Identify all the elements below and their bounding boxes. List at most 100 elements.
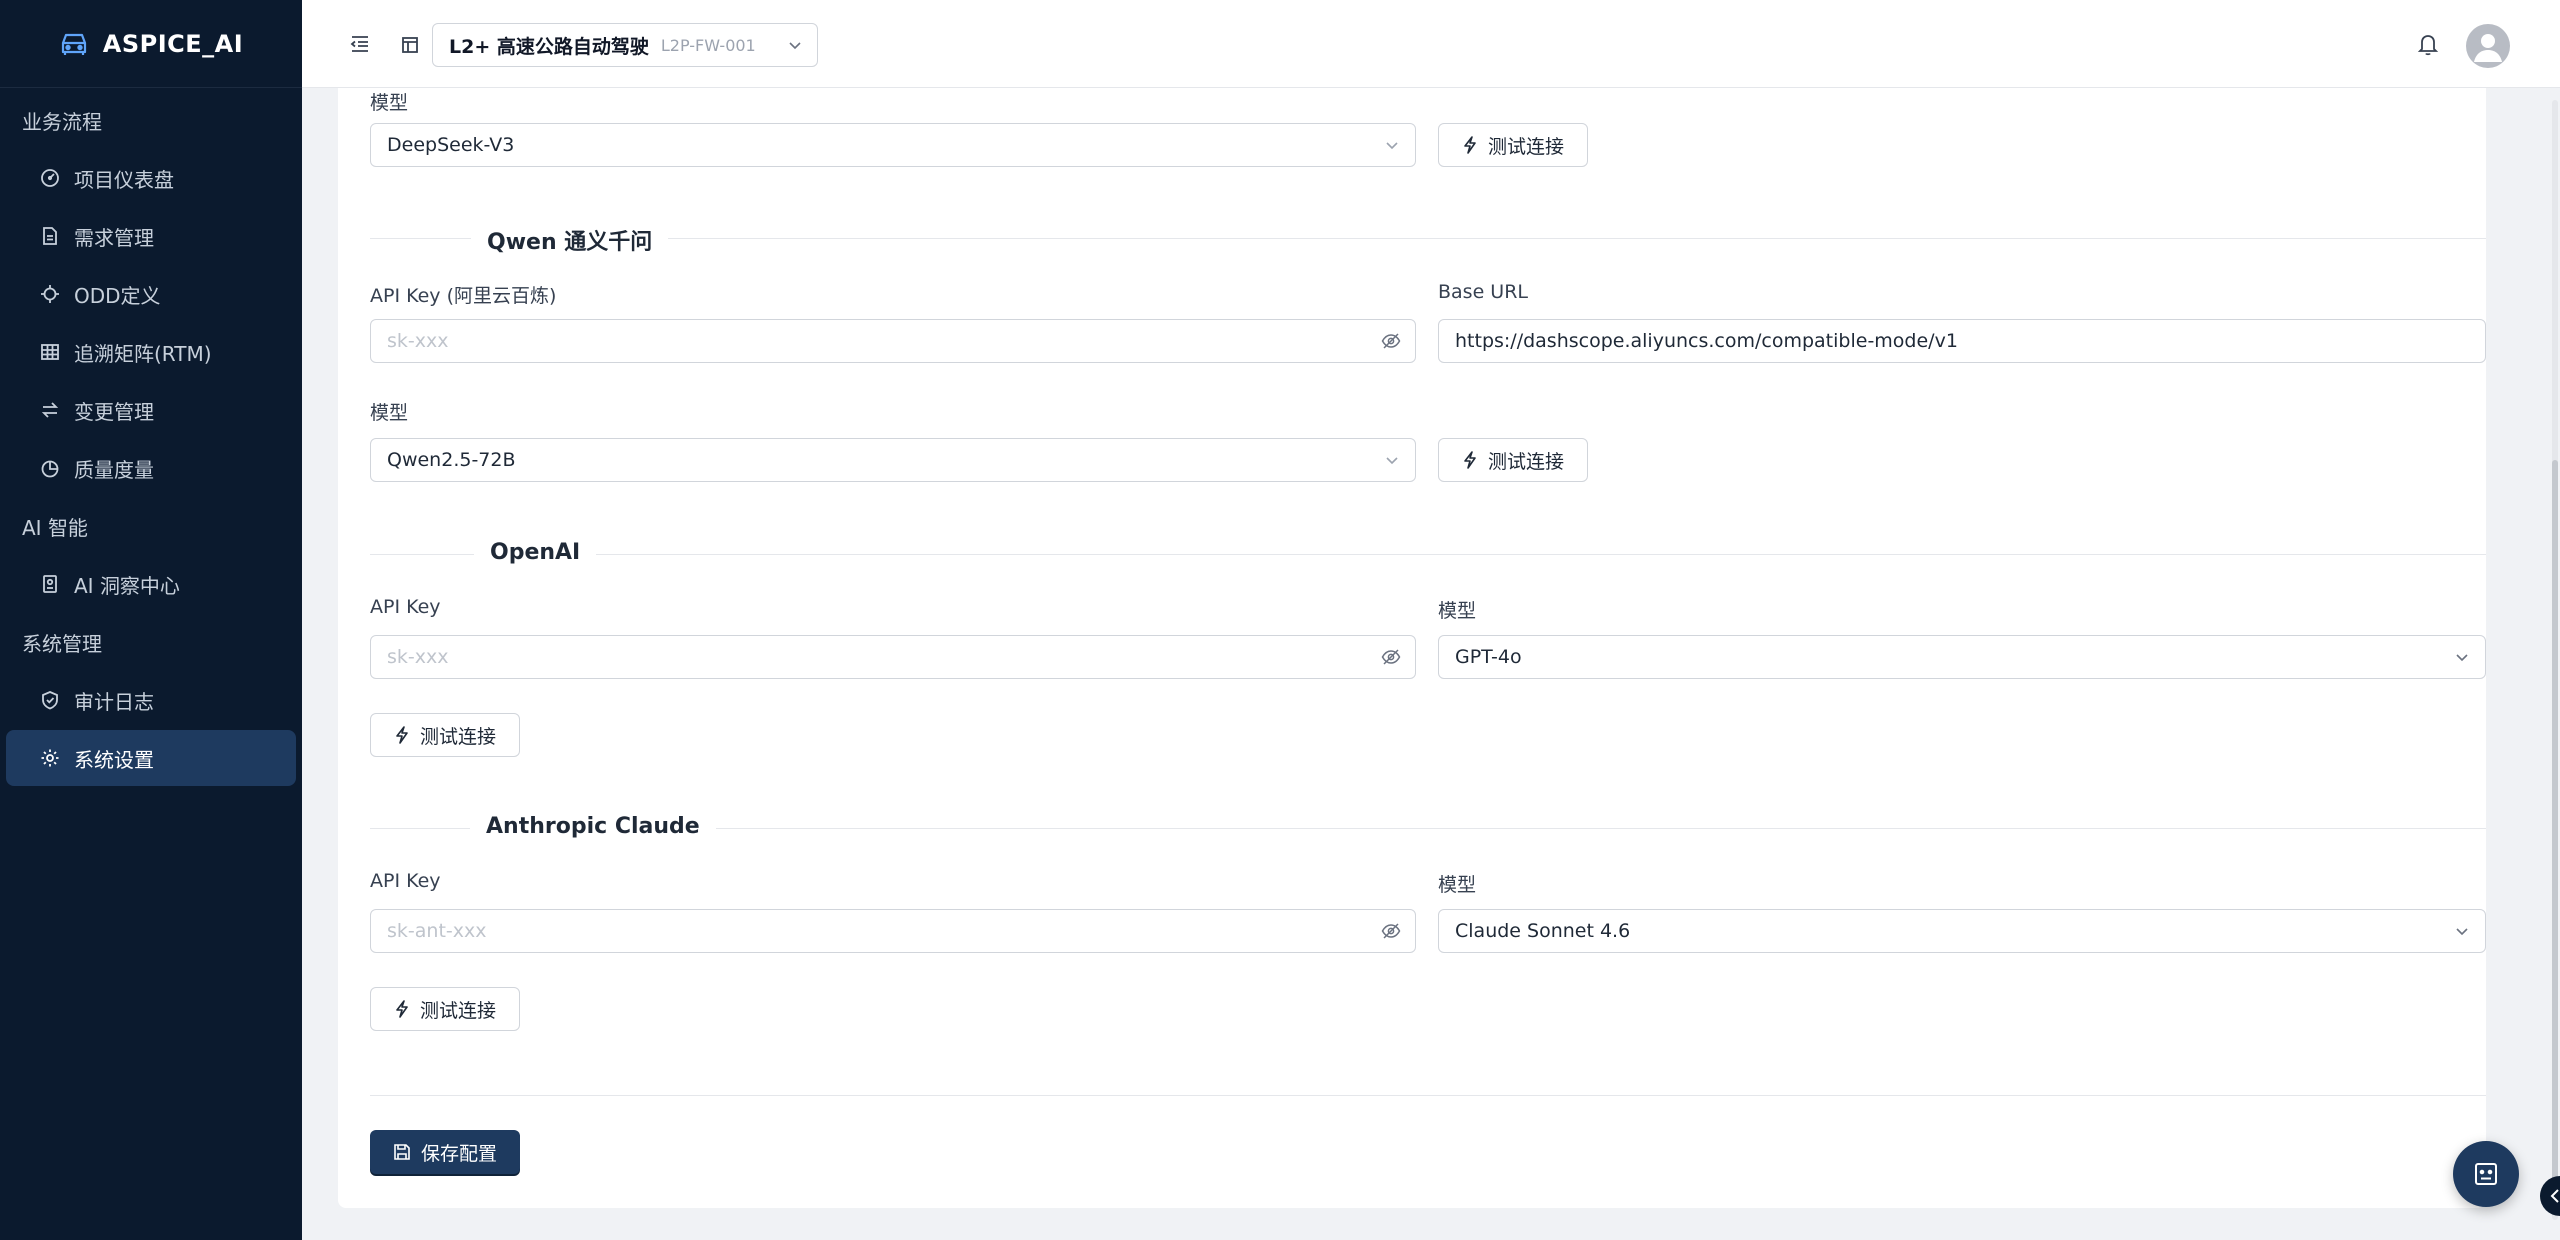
section-divider: [370, 238, 2486, 239]
nav-group-ai: AI 智能: [22, 515, 88, 540]
page-scrollbar[interactable]: [2552, 100, 2558, 1220]
section-divider: [370, 554, 2486, 555]
sidebar-item-rtm[interactable]: 追溯矩阵(RTM): [6, 324, 296, 380]
openai-api-key-label: API Key: [370, 596, 441, 618]
button-label: 测试连接: [1487, 135, 1564, 158]
sidebar-item-label: ODD定义: [74, 283, 161, 308]
sidebar-item-label: 变更管理: [74, 399, 154, 424]
qwen-base-url-input[interactable]: https://dashscope.aliyuncs.com/compatibl…: [1438, 319, 2486, 363]
target-icon: [40, 284, 60, 304]
button-label: 测试连接: [419, 999, 496, 1022]
eye-off-icon[interactable]: [1381, 648, 1401, 666]
gear-icon: [40, 748, 60, 768]
openai-model-value: GPT-4o: [1455, 646, 1522, 668]
qwen-section-title: Qwen 通义千问: [471, 224, 669, 256]
openai-section-title: OpenAI: [474, 540, 597, 565]
deepseek-model-label: 模型: [370, 92, 409, 114]
sidebar-item-quality[interactable]: 质量度量: [6, 440, 296, 496]
shield-icon: [40, 690, 60, 710]
menu-fold-icon: [350, 35, 370, 53]
footer-divider: [370, 1095, 2486, 1096]
sidebar-item-dashboard[interactable]: 项目仪表盘: [6, 150, 296, 206]
qwen-model-value: Qwen2.5-72B: [387, 449, 516, 471]
nav-group-business: 业务流程: [22, 109, 102, 134]
save-icon: [393, 1143, 411, 1161]
deepseek-model-value: DeepSeek-V3: [387, 134, 515, 156]
claude-api-key-input[interactable]: sk-ant-xxx: [370, 909, 1416, 953]
sidebar-item-requirements[interactable]: 需求管理: [6, 208, 296, 264]
openai-test-button[interactable]: 测试连接: [370, 713, 520, 757]
chevron-left-icon: [2548, 1188, 2560, 1204]
sidebar-item-label: 需求管理: [74, 225, 154, 250]
openai-model-label: 模型: [1438, 600, 1477, 622]
car-logo-icon: [59, 31, 89, 57]
avatar[interactable]: [2466, 24, 2510, 68]
button-label: 保存配置: [420, 1143, 497, 1165]
button-label: 测试连接: [1487, 450, 1564, 473]
settings-card: 模型 DeepSeek-V3 测试连接 Qwen 通义千问 API Key (阿…: [338, 88, 2486, 1208]
claude-model-select[interactable]: Claude Sonnet 4.6: [1438, 909, 2486, 953]
sidebar-item-label: 项目仪表盘: [74, 167, 174, 192]
layout-button[interactable]: [396, 31, 424, 59]
project-code: L2P-FW-001: [660, 35, 756, 55]
sidebar-item-label: AI 洞察中心: [74, 573, 180, 598]
nav-group-system: 系统管理: [22, 631, 102, 656]
brand-name: ASPICE_AI: [102, 29, 244, 58]
openai-api-key-placeholder: sk-xxx: [387, 646, 449, 668]
document-icon: [40, 226, 60, 246]
sidebar-item-ai-insight[interactable]: AI 洞察中心: [6, 556, 296, 612]
lightning-icon: [1462, 451, 1478, 469]
claude-api-key-label: API Key: [370, 870, 441, 892]
sidebar-item-odd[interactable]: ODD定义: [6, 266, 296, 322]
qwen-api-key-label: API Key (阿里云百炼): [370, 285, 557, 307]
qwen-base-url-label: Base URL: [1438, 281, 1528, 303]
save-config-button[interactable]: 保存配置: [370, 1130, 520, 1174]
sidebar-item-label: 审计日志: [74, 689, 154, 714]
claude-section-title: Anthropic Claude: [470, 814, 716, 839]
claude-model-value: Claude Sonnet 4.6: [1455, 920, 1631, 942]
openai-api-key-input[interactable]: sk-xxx: [370, 635, 1416, 679]
sidebar-item-settings[interactable]: 系统设置: [6, 730, 296, 786]
bell-icon: [2417, 32, 2439, 56]
user-icon: [2466, 24, 2510, 68]
qwen-model-label: 模型: [370, 402, 409, 424]
scrollbar-thumb[interactable]: [2552, 460, 2558, 1200]
robot-icon: [2472, 1160, 2500, 1188]
chevron-down-icon: [2453, 648, 2471, 666]
chevron-down-icon: [1383, 136, 1401, 154]
pie-chart-icon: [40, 458, 60, 478]
notification-button[interactable]: [2414, 30, 2442, 58]
sidebar-item-label: 质量度量: [74, 457, 154, 482]
brand[interactable]: ASPICE_AI: [0, 0, 302, 88]
project-name: L2+ 高速公路自动驾驶: [449, 35, 649, 58]
lightning-icon: [394, 726, 410, 744]
menu-fold-button[interactable]: [346, 30, 374, 58]
openai-model-select[interactable]: GPT-4o: [1438, 635, 2486, 679]
grid-icon: [40, 342, 60, 362]
qwen-api-key-input[interactable]: sk-xxx: [370, 319, 1416, 363]
dashboard-icon: [40, 168, 60, 188]
qwen-base-url-value: https://dashscope.aliyuncs.com/compatibl…: [1455, 330, 1958, 352]
chevron-down-icon: [2453, 922, 2471, 940]
qwen-test-button[interactable]: 测试连接: [1438, 438, 1588, 482]
eye-off-icon[interactable]: [1381, 922, 1401, 940]
swap-icon: [40, 400, 60, 420]
layout-icon: [401, 36, 419, 54]
lightning-icon: [394, 1000, 410, 1018]
claude-test-button[interactable]: 测试连接: [370, 987, 520, 1031]
deepseek-test-button[interactable]: 测试连接: [1438, 123, 1588, 167]
claude-model-label: 模型: [1438, 874, 1477, 896]
button-label: 测试连接: [419, 725, 496, 748]
qwen-model-select[interactable]: Qwen2.5-72B: [370, 438, 1416, 482]
panel-toggle-handle[interactable]: [2540, 1176, 2560, 1216]
chevron-down-icon: [1383, 451, 1401, 469]
ai-assistant-button[interactable]: [2453, 1141, 2519, 1207]
qwen-api-key-placeholder: sk-xxx: [387, 330, 449, 352]
deepseek-model-select[interactable]: DeepSeek-V3: [370, 123, 1416, 167]
project-select[interactable]: L2+ 高速公路自动驾驶 L2P-FW-001: [432, 23, 818, 67]
claude-api-key-placeholder: sk-ant-xxx: [387, 920, 487, 942]
lightning-icon: [1462, 136, 1478, 154]
sidebar-item-audit[interactable]: 审计日志: [6, 672, 296, 728]
sidebar-item-change[interactable]: 变更管理: [6, 382, 296, 438]
eye-off-icon[interactable]: [1381, 332, 1401, 350]
